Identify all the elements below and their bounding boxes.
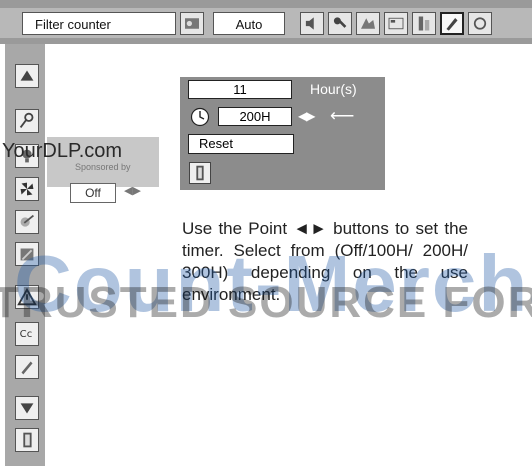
- image-adjust-icon[interactable]: [180, 12, 204, 35]
- filter-icon[interactable]: [15, 210, 39, 234]
- instruction-text: Use the Point ◄► buttons to set the time…: [182, 219, 468, 304]
- fan-icon[interactable]: [15, 177, 39, 201]
- screen-icon[interactable]: [356, 12, 380, 35]
- mode-field[interactable]: Auto: [213, 12, 285, 35]
- hours-label: Hour(s): [310, 81, 357, 97]
- sponsor-text: Sponsored by: [75, 162, 131, 172]
- back-arrow-icon[interactable]: ⟵: [330, 106, 354, 126]
- up-arrow-icon[interactable]: [15, 64, 39, 88]
- down-arrow-icon[interactable]: [15, 396, 39, 420]
- pen-icon[interactable]: [15, 355, 39, 379]
- tools-icon[interactable]: [328, 12, 352, 35]
- reset-button[interactable]: Reset: [188, 134, 294, 154]
- setting-icon[interactable]: [412, 12, 436, 35]
- cc-icon[interactable]: Cc: [15, 322, 39, 346]
- menu-title: Filter counter: [22, 12, 176, 35]
- hours-value: 11: [188, 80, 292, 99]
- warning-icon[interactable]: [15, 285, 39, 309]
- lamp-icon[interactable]: [15, 144, 39, 168]
- dialog-exit-icon[interactable]: [189, 162, 211, 184]
- timer-select[interactable]: 200H: [218, 107, 292, 126]
- info-icon[interactable]: [384, 12, 408, 35]
- audio-icon[interactable]: [300, 12, 324, 35]
- ghost-arrows: ◀▶: [124, 185, 141, 197]
- off-field: Off: [70, 183, 116, 203]
- filter-counter-icon[interactable]: [440, 12, 464, 35]
- network-icon[interactable]: [468, 12, 492, 35]
- notebook-icon[interactable]: [15, 242, 39, 266]
- svg-text:Cc: Cc: [20, 329, 33, 340]
- clock-icon: [190, 107, 210, 127]
- key-icon[interactable]: [15, 109, 39, 133]
- timer-arrows-icon[interactable]: ◀▶: [298, 109, 315, 123]
- exit-icon[interactable]: [15, 428, 39, 452]
